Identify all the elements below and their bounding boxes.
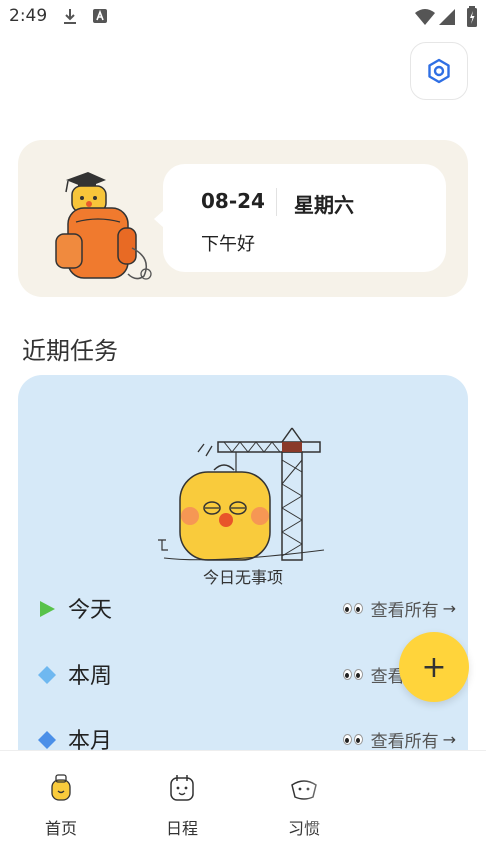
- mascot-backpack-illustration: [55, 172, 152, 280]
- status-time: 2:49: [9, 6, 48, 26]
- calendar-icon: [170, 775, 194, 801]
- nav-label: 首页: [44, 819, 77, 838]
- recent-tasks-card: 今日无事项 今天 查看所有 → 本周 查看所有 → 本月 查看所有 →: [18, 375, 468, 795]
- arrow-right-icon: →: [442, 730, 456, 749]
- greeting-card: 08-24 星期六 下午好: [18, 140, 468, 297]
- date-text: 08-24: [201, 189, 265, 213]
- download-icon: [64, 9, 76, 24]
- nav-fade-overlay: [300, 779, 380, 829]
- view-all-link[interactable]: 查看所有 →: [342, 596, 456, 621]
- empty-state-text: 今日无事项: [202, 568, 283, 587]
- date-divider: [276, 188, 277, 216]
- greeting-text: 下午好: [201, 234, 255, 255]
- eyes-icon: [342, 603, 363, 614]
- recent-tasks-title: 近期任务: [22, 337, 118, 365]
- wifi-icon: [415, 9, 435, 25]
- settings-button[interactable]: [410, 42, 468, 100]
- home-icon: [51, 774, 71, 801]
- battery-charging-icon: [467, 6, 477, 27]
- period-row-week[interactable]: 本周 查看所有 →: [38, 658, 458, 692]
- view-all-label: 查看所有: [370, 732, 439, 752]
- hexagon-settings-icon: [428, 58, 450, 84]
- blue-diamond-icon: [38, 666, 56, 684]
- arrow-right-icon: →: [442, 599, 456, 618]
- green-triangle-icon: [40, 601, 55, 617]
- crane-mascot-illustration: [158, 427, 325, 561]
- app-a-icon: [93, 9, 107, 23]
- period-row-today[interactable]: 今天 查看所有 →: [38, 592, 458, 626]
- period-label: 本周: [68, 664, 113, 689]
- view-all-link[interactable]: 查看所有 →: [342, 727, 456, 752]
- weekday-text: 星期六: [294, 193, 354, 217]
- status-bar: 2:49: [0, 0, 486, 34]
- eyes-icon: [342, 669, 363, 680]
- bottom-nav: 首页 日程 习惯: [0, 750, 486, 864]
- blue-diamond-icon: [38, 731, 56, 749]
- nav-label: 日程: [165, 819, 198, 838]
- period-label: 今天: [68, 598, 113, 623]
- eyes-icon: [342, 734, 363, 745]
- nav-item-schedule[interactable]: 日程: [142, 773, 222, 839]
- signal-icon: [439, 9, 455, 25]
- bubble-tail: [154, 210, 164, 228]
- plus-icon: +: [421, 649, 447, 685]
- nav-item-home[interactable]: 首页: [21, 773, 101, 839]
- date-bubble: 08-24 星期六 下午好: [154, 164, 446, 272]
- add-task-button[interactable]: +: [399, 632, 469, 702]
- view-all-label: 查看所有: [370, 601, 439, 621]
